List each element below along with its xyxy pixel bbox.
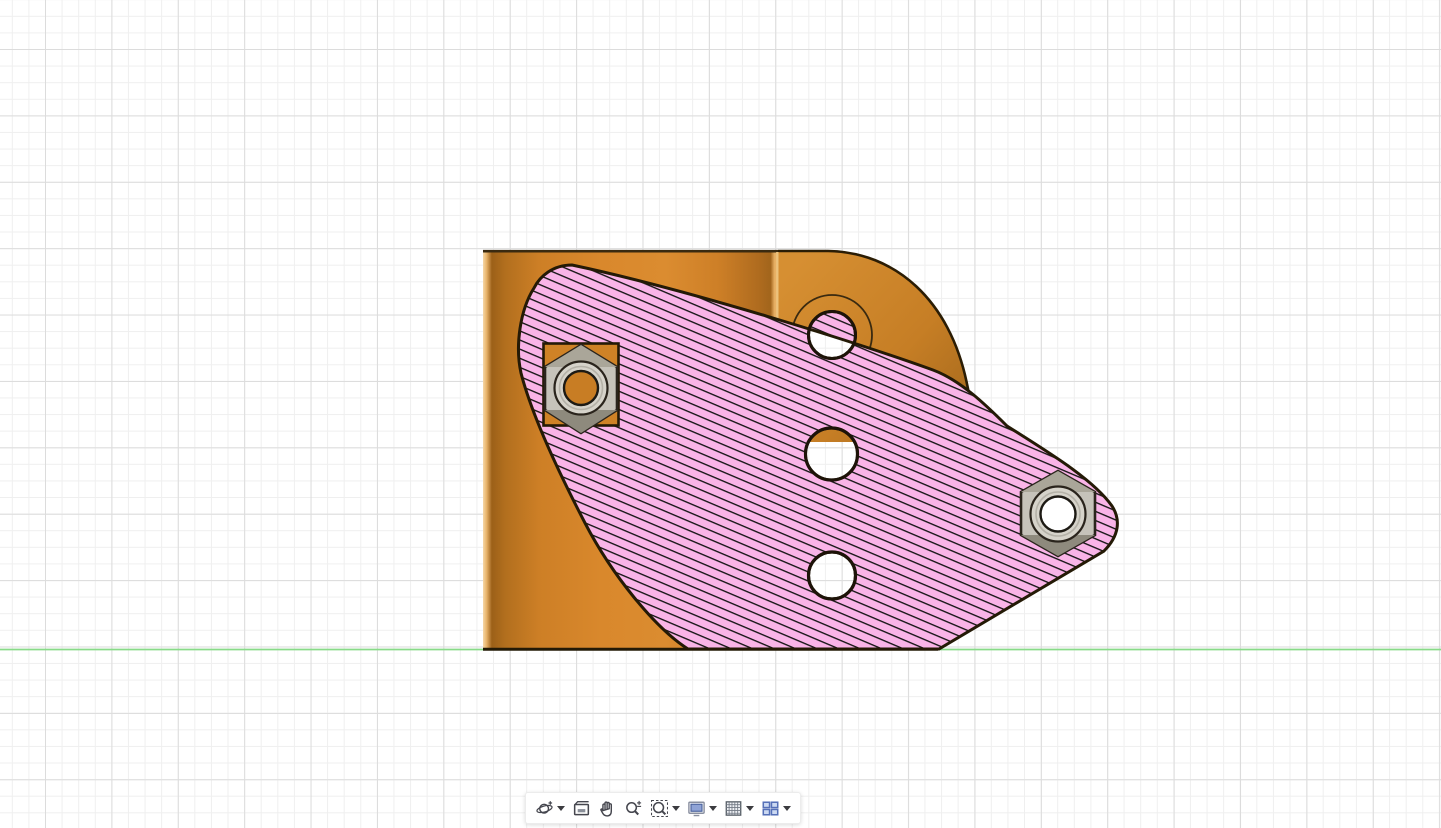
grid-icon — [724, 799, 743, 818]
viewports-icon — [761, 799, 780, 818]
navigation-toolbar — [525, 792, 801, 824]
hole-bottom — [809, 552, 856, 599]
display-settings-button[interactable] — [687, 799, 717, 818]
grid-and-snaps-button[interactable] — [724, 799, 754, 818]
viewports-dropdown-caret[interactable] — [783, 806, 791, 811]
zoom-icon — [624, 799, 643, 818]
nut-hole-left — [564, 371, 598, 405]
viewports-button[interactable] — [761, 799, 791, 818]
orbit-button[interactable] — [535, 799, 565, 818]
display-settings-dropdown-caret[interactable] — [709, 806, 717, 811]
display-settings-icon — [687, 799, 706, 818]
fit-button[interactable] — [650, 799, 680, 818]
fit-dropdown-caret[interactable] — [672, 806, 680, 811]
pan-button[interactable] — [598, 799, 617, 818]
look-at-button[interactable] — [572, 799, 591, 818]
orbit-icon — [535, 799, 554, 818]
pan-icon — [598, 799, 617, 818]
zoom-button[interactable] — [624, 799, 643, 818]
orbit-dropdown-caret[interactable] — [557, 806, 565, 811]
model-scene — [0, 0, 1441, 828]
look-at-icon — [572, 799, 591, 818]
fit-icon — [650, 799, 669, 818]
nut-hole-right — [1041, 497, 1076, 532]
grid-and-snaps-dropdown-caret[interactable] — [746, 806, 754, 811]
